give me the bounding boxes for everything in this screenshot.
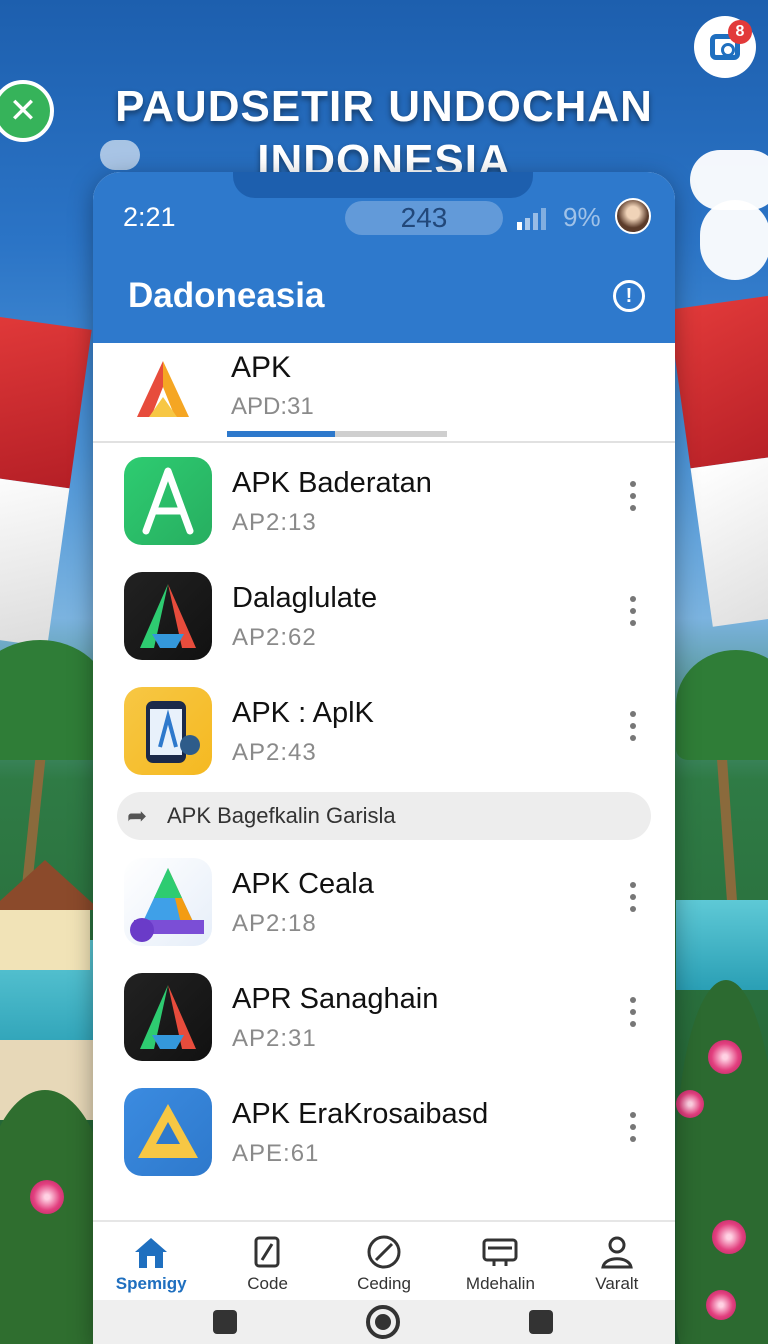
app-name: APK : AplK (232, 697, 374, 729)
suggestion-text: APK Bagefkalin Garisla (167, 803, 396, 828)
battery-text: 9% (563, 202, 601, 232)
app-name: APR Sanaghain (232, 983, 439, 1015)
blue-a-icon (124, 1088, 212, 1176)
app-list-item[interactable]: APK EraKrosaibasd APE:61 (93, 1074, 675, 1189)
phone-app-icon (124, 687, 212, 775)
app-list-item[interactable]: APK Baderatan AP2:13 (93, 443, 675, 558)
app-name: Dalaglulate (232, 582, 378, 614)
tab-varalt[interactable]: Varalt (559, 1222, 675, 1300)
home-icon (131, 1234, 171, 1270)
tab-label: Mdehalin (465, 1274, 535, 1293)
status-pill: 243 (345, 201, 503, 235)
tab-label: Code (247, 1274, 288, 1293)
flag-right (668, 293, 768, 627)
phone-screen: 2:21 243 9% Dadoneasia ! APK APD:31 APK … (93, 172, 675, 1344)
black-a-icon (124, 973, 212, 1061)
flower (708, 1040, 742, 1074)
tab-code[interactable]: Code (209, 1222, 325, 1300)
cloud (700, 200, 768, 280)
pinned-app-name: APK (231, 351, 292, 384)
sea (676, 900, 768, 990)
black-a-icon (124, 572, 212, 660)
app-subtitle: APE:61 (232, 1140, 320, 1167)
share-arrow-icon: ➦ (127, 802, 148, 830)
app-name: APK EraKrosaibasd (232, 1098, 489, 1130)
palm-leaves (676, 650, 768, 760)
system-navigation-bar (93, 1300, 675, 1344)
tab-label: Ceding (357, 1274, 411, 1293)
flower (30, 1180, 64, 1214)
phone-notch (233, 172, 533, 198)
app-subtitle: AP2:43 (232, 739, 317, 766)
more-vert-icon[interactable] (623, 1112, 643, 1142)
code-icon (248, 1234, 288, 1270)
suggestion-banner[interactable]: ➦ APK Bagefkalin Garisla (117, 792, 651, 840)
green-a-icon (124, 457, 212, 545)
app-subtitle: AP2:13 (232, 509, 317, 536)
camera-notification-button[interactable]: 8 (694, 16, 756, 78)
flower (712, 1220, 746, 1254)
signal-icon (517, 206, 546, 230)
tab-spemigy[interactable]: Spemigy (93, 1222, 209, 1300)
pinned-app-progress (227, 431, 447, 437)
recent-apps-button[interactable] (213, 1310, 237, 1334)
app-subtitle: AP2:18 (232, 910, 317, 937)
status-bar: 2:21 243 9% (93, 198, 675, 238)
tab-ceding[interactable]: Ceding (326, 1222, 442, 1300)
more-vert-icon[interactable] (623, 711, 643, 741)
card-icon (480, 1234, 520, 1270)
tab-label: Varalt (595, 1274, 639, 1293)
more-vert-icon[interactable] (623, 596, 643, 626)
status-time: 2:21 (123, 202, 176, 232)
tab-mdehalin[interactable]: Mdehalin (442, 1222, 558, 1300)
app-list-item[interactable]: Dalaglulate AP2:62 (93, 558, 675, 673)
pinned-app-row[interactable]: APK APD:31 (93, 343, 675, 443)
hut (0, 860, 100, 970)
home-button[interactable] (366, 1305, 400, 1339)
app-list-item[interactable]: APK : AplK AP2:43 (93, 673, 675, 788)
profile-icon (597, 1234, 637, 1270)
app-list-item[interactable]: APK Ceala AP2:18 (93, 844, 675, 959)
poster-title-line1: PAUDSETIR UNDOCHAN (115, 82, 653, 131)
app-list: APK Baderatan AP2:13 Dalaglulate AP2:62 … (93, 443, 675, 1189)
app-subtitle: AP2:62 (232, 624, 317, 651)
notification-badge: 8 (728, 20, 752, 44)
app-name: APK Baderatan (232, 467, 432, 499)
apk-logo-icon (137, 361, 189, 417)
flower (676, 1090, 704, 1118)
more-vert-icon[interactable] (623, 882, 643, 912)
rainbow-a-icon (124, 858, 212, 946)
tab-label: Spemigy (115, 1274, 187, 1293)
back-button[interactable] (529, 1310, 553, 1334)
pinned-app-subtitle: APD:31 (231, 393, 314, 420)
avatar[interactable] (615, 198, 651, 234)
compass-icon (364, 1234, 404, 1270)
flower (706, 1290, 736, 1320)
alert-icon[interactable]: ! (613, 280, 645, 312)
app-name: APK Ceala (232, 868, 374, 900)
more-vert-icon[interactable] (623, 997, 643, 1027)
more-vert-icon[interactable] (623, 481, 643, 511)
bottom-navigation: Spemigy Code Ceding Mdehalin Varalt (93, 1220, 675, 1300)
app-subtitle: AP2:31 (232, 1025, 317, 1052)
app-list-item[interactable]: APR Sanaghain AP2:31 (93, 959, 675, 1074)
app-title: Dadoneasia (128, 276, 325, 315)
flag-left (0, 313, 92, 647)
